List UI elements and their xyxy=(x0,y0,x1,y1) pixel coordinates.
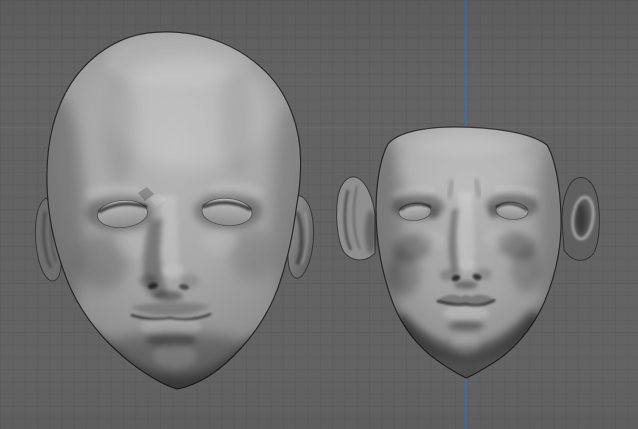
viewport-3d[interactable] xyxy=(0,0,638,429)
viewport-vignette xyxy=(0,0,638,429)
